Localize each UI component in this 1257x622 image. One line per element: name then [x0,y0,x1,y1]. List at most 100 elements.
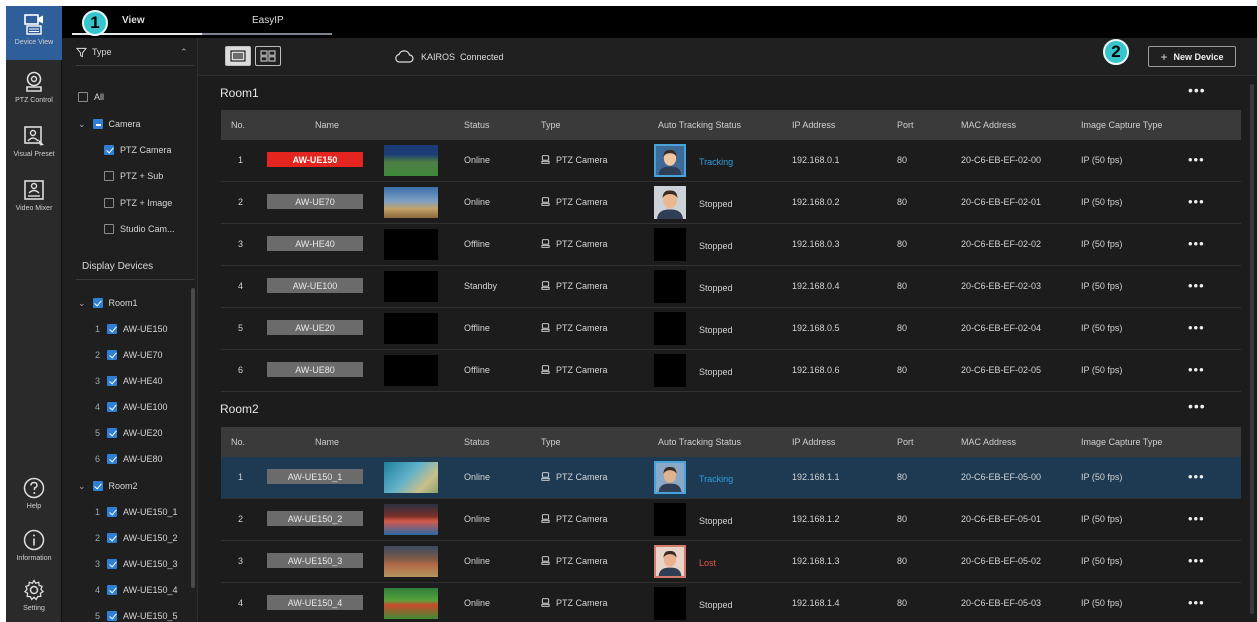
tab-view[interactable]: View [122,15,145,26]
chevron-down-icon[interactable]: ⌄ [78,481,86,492]
row-more-button[interactable]: ••• [1188,278,1205,293]
checkbox-studio-cam[interactable] [104,224,114,234]
display-group-room1[interactable]: ⌄ Room1 [78,293,138,313]
display-device-item[interactable]: 2 AW-UE70 [95,345,163,365]
display-device-item[interactable]: 1 AW-UE150_1 [95,502,178,522]
device-checkbox[interactable] [107,324,117,334]
row-more-button[interactable]: ••• [1188,236,1205,251]
display-device-item[interactable]: 3 AW-UE150_3 [95,554,178,574]
display-device-item[interactable]: 1 AW-UE150 [95,319,168,339]
device-checkbox[interactable] [107,428,117,438]
row-more-button[interactable]: ••• [1188,320,1205,335]
camera-preview-thumbnail[interactable] [384,229,438,260]
col-ip-header[interactable]: IP Address [792,437,835,447]
main-scrollbar[interactable] [1250,84,1254,614]
checkbox-ptz-camera[interactable] [104,145,114,155]
nav-information[interactable]: Information [6,522,62,576]
camera-preview-thumbnail[interactable] [384,355,438,386]
camera-preview-thumbnail[interactable] [384,588,438,619]
nav-visual-preset[interactable]: Visual Preset [6,118,62,172]
device-checkbox[interactable] [107,454,117,464]
filter-ptz-image[interactable]: PTZ + Image [104,193,172,213]
chevron-up-icon[interactable]: ⌃ [180,47,188,58]
row-more-button[interactable]: ••• [1188,511,1205,526]
table-row[interactable]: 2 AW-UE150_2 Online PTZ Camera Stopped 192.16… [221,499,1241,541]
device-checkbox[interactable] [107,533,117,543]
camera-preview-thumbnail[interactable] [384,462,438,493]
row-more-button[interactable]: ••• [1188,553,1205,568]
nav-help[interactable]: Help [6,470,62,524]
col-status-header[interactable]: Status [464,437,490,447]
col-no-header[interactable]: No. [231,437,245,447]
camera-preview-thumbnail[interactable] [384,271,438,302]
camera-preview-thumbnail[interactable] [384,504,438,535]
device-checkbox[interactable] [107,402,117,412]
display-device-item[interactable]: 5 AW-UE20 [95,423,163,443]
col-name-header[interactable]: Name [315,120,339,130]
checkbox-ptz-image[interactable] [104,198,114,208]
row-more-button[interactable]: ••• [1188,362,1205,377]
checkbox-room1[interactable] [92,298,103,308]
col-name-header[interactable]: Name [315,437,339,447]
list-view-button[interactable] [225,46,251,66]
nav-ptz-control[interactable]: PTZ Control [6,64,62,118]
display-device-item[interactable]: 4 AW-UE150_4 [95,580,178,600]
new-device-button[interactable]: + New Device [1148,46,1236,67]
display-device-item[interactable]: 4 AW-UE100 [95,397,168,417]
col-auto-tracking-header[interactable]: Auto Tracking Status [658,120,741,130]
table-row[interactable]: 1 AW-UE150_1 Online PTZ Camera Tracking 192.… [221,457,1241,499]
col-mac-header[interactable]: MAC Address [961,120,1016,130]
col-capture-header[interactable]: Image Capture Type [1081,437,1162,447]
table-row[interactable]: 2 AW-UE70 Online PTZ Camera Stopped 192.168.… [221,182,1241,224]
display-device-item[interactable]: 2 AW-UE150_2 [95,528,178,548]
device-checkbox[interactable] [107,376,117,386]
checkbox-ptz-sub[interactable] [104,171,114,181]
table-row[interactable]: 3 AW-UE150_3 Online PTZ Camera Lost 192.168.… [221,541,1241,583]
type-filter-header[interactable]: Type ⌃ [76,42,192,62]
display-group-room2[interactable]: ⌄ Room2 [78,476,138,496]
col-port-header[interactable]: Port [897,437,914,447]
camera-preview-thumbnail[interactable] [384,145,438,176]
col-ip-header[interactable]: IP Address [792,120,835,130]
nav-setting[interactable]: Setting [6,572,62,622]
col-no-header[interactable]: No. [231,120,245,130]
display-device-item[interactable]: 3 AW-HE40 [95,371,163,391]
group-more-button[interactable]: ••• [1188,82,1206,98]
device-checkbox[interactable] [107,350,117,360]
table-row[interactable]: 1 AW-UE150 Online PTZ Camera Tracking 192.16… [221,140,1241,182]
col-port-header[interactable]: Port [897,120,914,130]
device-checkbox[interactable] [107,559,117,569]
table-row[interactable]: 4 AW-UE150_4 Online PTZ Camera Stopped 192.16… [221,583,1241,622]
checkbox-room2[interactable] [92,481,103,491]
chevron-down-icon[interactable]: ⌄ [78,119,86,130]
col-mac-header[interactable]: MAC Address [961,437,1016,447]
nav-device-view[interactable]: Device View [6,6,62,60]
col-type-header[interactable]: Type [541,437,561,447]
col-capture-header[interactable]: Image Capture Type [1081,120,1162,130]
filter-studio-cam[interactable]: Studio Cam... [104,219,175,239]
checkbox-camera[interactable] [92,119,103,129]
filter-scrollbar[interactable] [191,288,195,588]
table-row[interactable]: 3 AW-HE40 Offline PTZ Camera Stopped 192.168.… [221,224,1241,266]
filter-ptz-sub[interactable]: PTZ + Sub [104,166,163,186]
device-checkbox[interactable] [107,507,117,517]
filter-camera[interactable]: ⌄ Camera [78,114,141,134]
camera-preview-thumbnail[interactable] [384,187,438,218]
group-more-button[interactable]: ••• [1188,398,1206,414]
checkbox-all[interactable] [78,92,88,102]
display-device-item[interactable]: 6 AW-UE80 [95,449,163,469]
filter-all[interactable]: All [78,87,104,107]
grid-view-button[interactable] [255,46,281,66]
row-more-button[interactable]: ••• [1188,595,1205,610]
col-type-header[interactable]: Type [541,120,561,130]
camera-preview-thumbnail[interactable] [384,546,438,577]
chevron-down-icon[interactable]: ⌄ [78,298,86,309]
filter-ptz-camera[interactable]: PTZ Camera [104,140,172,160]
col-auto-tracking-header[interactable]: Auto Tracking Status [658,437,741,447]
table-row[interactable]: 5 AW-UE20 Offline PTZ Camera Stopped 192.168.… [221,308,1241,350]
tab-easyip[interactable]: EasyIP [252,15,284,26]
table-row[interactable]: 6 AW-UE80 Offline PTZ Camera Stopped 192.168.… [221,350,1241,392]
row-more-button[interactable]: ••• [1188,469,1205,484]
nav-video-mixer[interactable]: Video Mixer [6,172,62,226]
device-checkbox[interactable] [107,585,117,595]
